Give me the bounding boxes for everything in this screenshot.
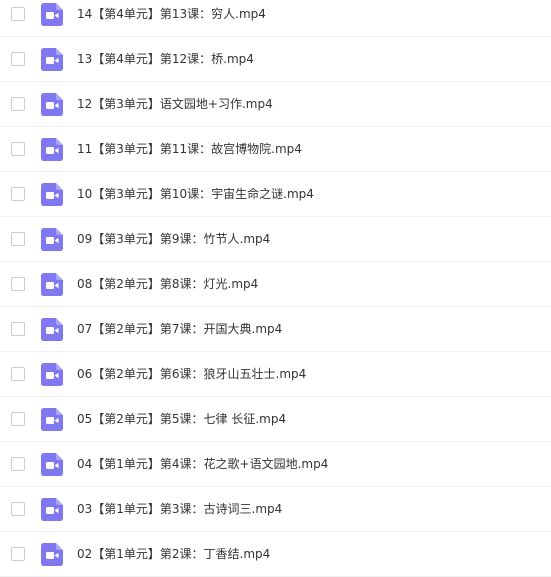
video-file-icon [41,138,63,161]
row-checkbox[interactable] [11,322,25,336]
row-checkbox[interactable] [11,277,25,291]
file-name[interactable]: 04【第1单元】第4课：花之歌+语文园地.mp4 [77,442,328,486]
file-name[interactable]: 08【第2单元】第8课：灯光.mp4 [77,262,258,306]
row-checkbox[interactable] [11,97,25,111]
file-name[interactable]: 10【第3单元】第10课：宇宙生命之谜.mp4 [77,172,314,216]
video-file-icon [41,498,63,521]
video-file-icon [41,363,63,386]
file-list: 14【第4单元】第13课：穷人.mp4 13【第4单元】第12课：桥.mp4 1… [0,0,551,577]
file-row[interactable]: 07【第2单元】第7课：开国大典.mp4 [0,307,551,352]
file-name[interactable]: 09【第3单元】第9课：竹节人.mp4 [77,217,270,261]
video-file-icon [41,543,63,566]
file-name[interactable]: 06【第2单元】第6课：狼牙山五壮士.mp4 [77,352,306,396]
row-checkbox[interactable] [11,232,25,246]
file-name[interactable]: 12【第3单元】语文园地+习作.mp4 [77,82,273,126]
file-name[interactable]: 11【第3单元】第11课：故宫博物院.mp4 [77,127,302,171]
file-row[interactable]: 09【第3单元】第9课：竹节人.mp4 [0,217,551,262]
file-row[interactable]: 11【第3单元】第11课：故宫博物院.mp4 [0,127,551,172]
video-file-icon [41,453,63,476]
video-file-icon [41,93,63,116]
row-checkbox[interactable] [11,7,25,21]
row-checkbox[interactable] [11,187,25,201]
row-checkbox[interactable] [11,547,25,561]
row-checkbox[interactable] [11,52,25,66]
video-file-icon [41,183,63,206]
row-checkbox[interactable] [11,367,25,381]
video-file-icon [41,318,63,341]
file-name[interactable]: 14【第4单元】第13课：穷人.mp4 [77,0,266,36]
file-row[interactable]: 06【第2单元】第6课：狼牙山五壮士.mp4 [0,352,551,397]
row-checkbox[interactable] [11,502,25,516]
video-file-icon [41,273,63,296]
file-row[interactable]: 05【第2单元】第5课：七律 长征.mp4 [0,397,551,442]
row-checkbox[interactable] [11,457,25,471]
file-row[interactable]: 12【第3单元】语文园地+习作.mp4 [0,82,551,127]
row-checkbox[interactable] [11,142,25,156]
file-name[interactable]: 02【第1单元】第2课：丁香结.mp4 [77,532,270,576]
video-file-icon [41,3,63,26]
video-file-icon [41,228,63,251]
file-row[interactable]: 13【第4单元】第12课：桥.mp4 [0,37,551,82]
file-row[interactable]: 02【第1单元】第2课：丁香结.mp4 [0,532,551,577]
file-row[interactable]: 10【第3单元】第10课：宇宙生命之谜.mp4 [0,172,551,217]
file-name[interactable]: 05【第2单元】第5课：七律 长征.mp4 [77,397,286,441]
file-row[interactable]: 03【第1单元】第3课：古诗词三.mp4 [0,487,551,532]
file-name[interactable]: 07【第2单元】第7课：开国大典.mp4 [77,307,282,351]
file-name[interactable]: 03【第1单元】第3课：古诗词三.mp4 [77,487,282,531]
file-row[interactable]: 04【第1单元】第4课：花之歌+语文园地.mp4 [0,442,551,487]
video-file-icon [41,408,63,431]
file-name[interactable]: 13【第4单元】第12课：桥.mp4 [77,37,254,81]
row-checkbox[interactable] [11,412,25,426]
file-row[interactable]: 08【第2单元】第8课：灯光.mp4 [0,262,551,307]
video-file-icon [41,48,63,71]
file-row[interactable]: 14【第4单元】第13课：穷人.mp4 [0,0,551,37]
